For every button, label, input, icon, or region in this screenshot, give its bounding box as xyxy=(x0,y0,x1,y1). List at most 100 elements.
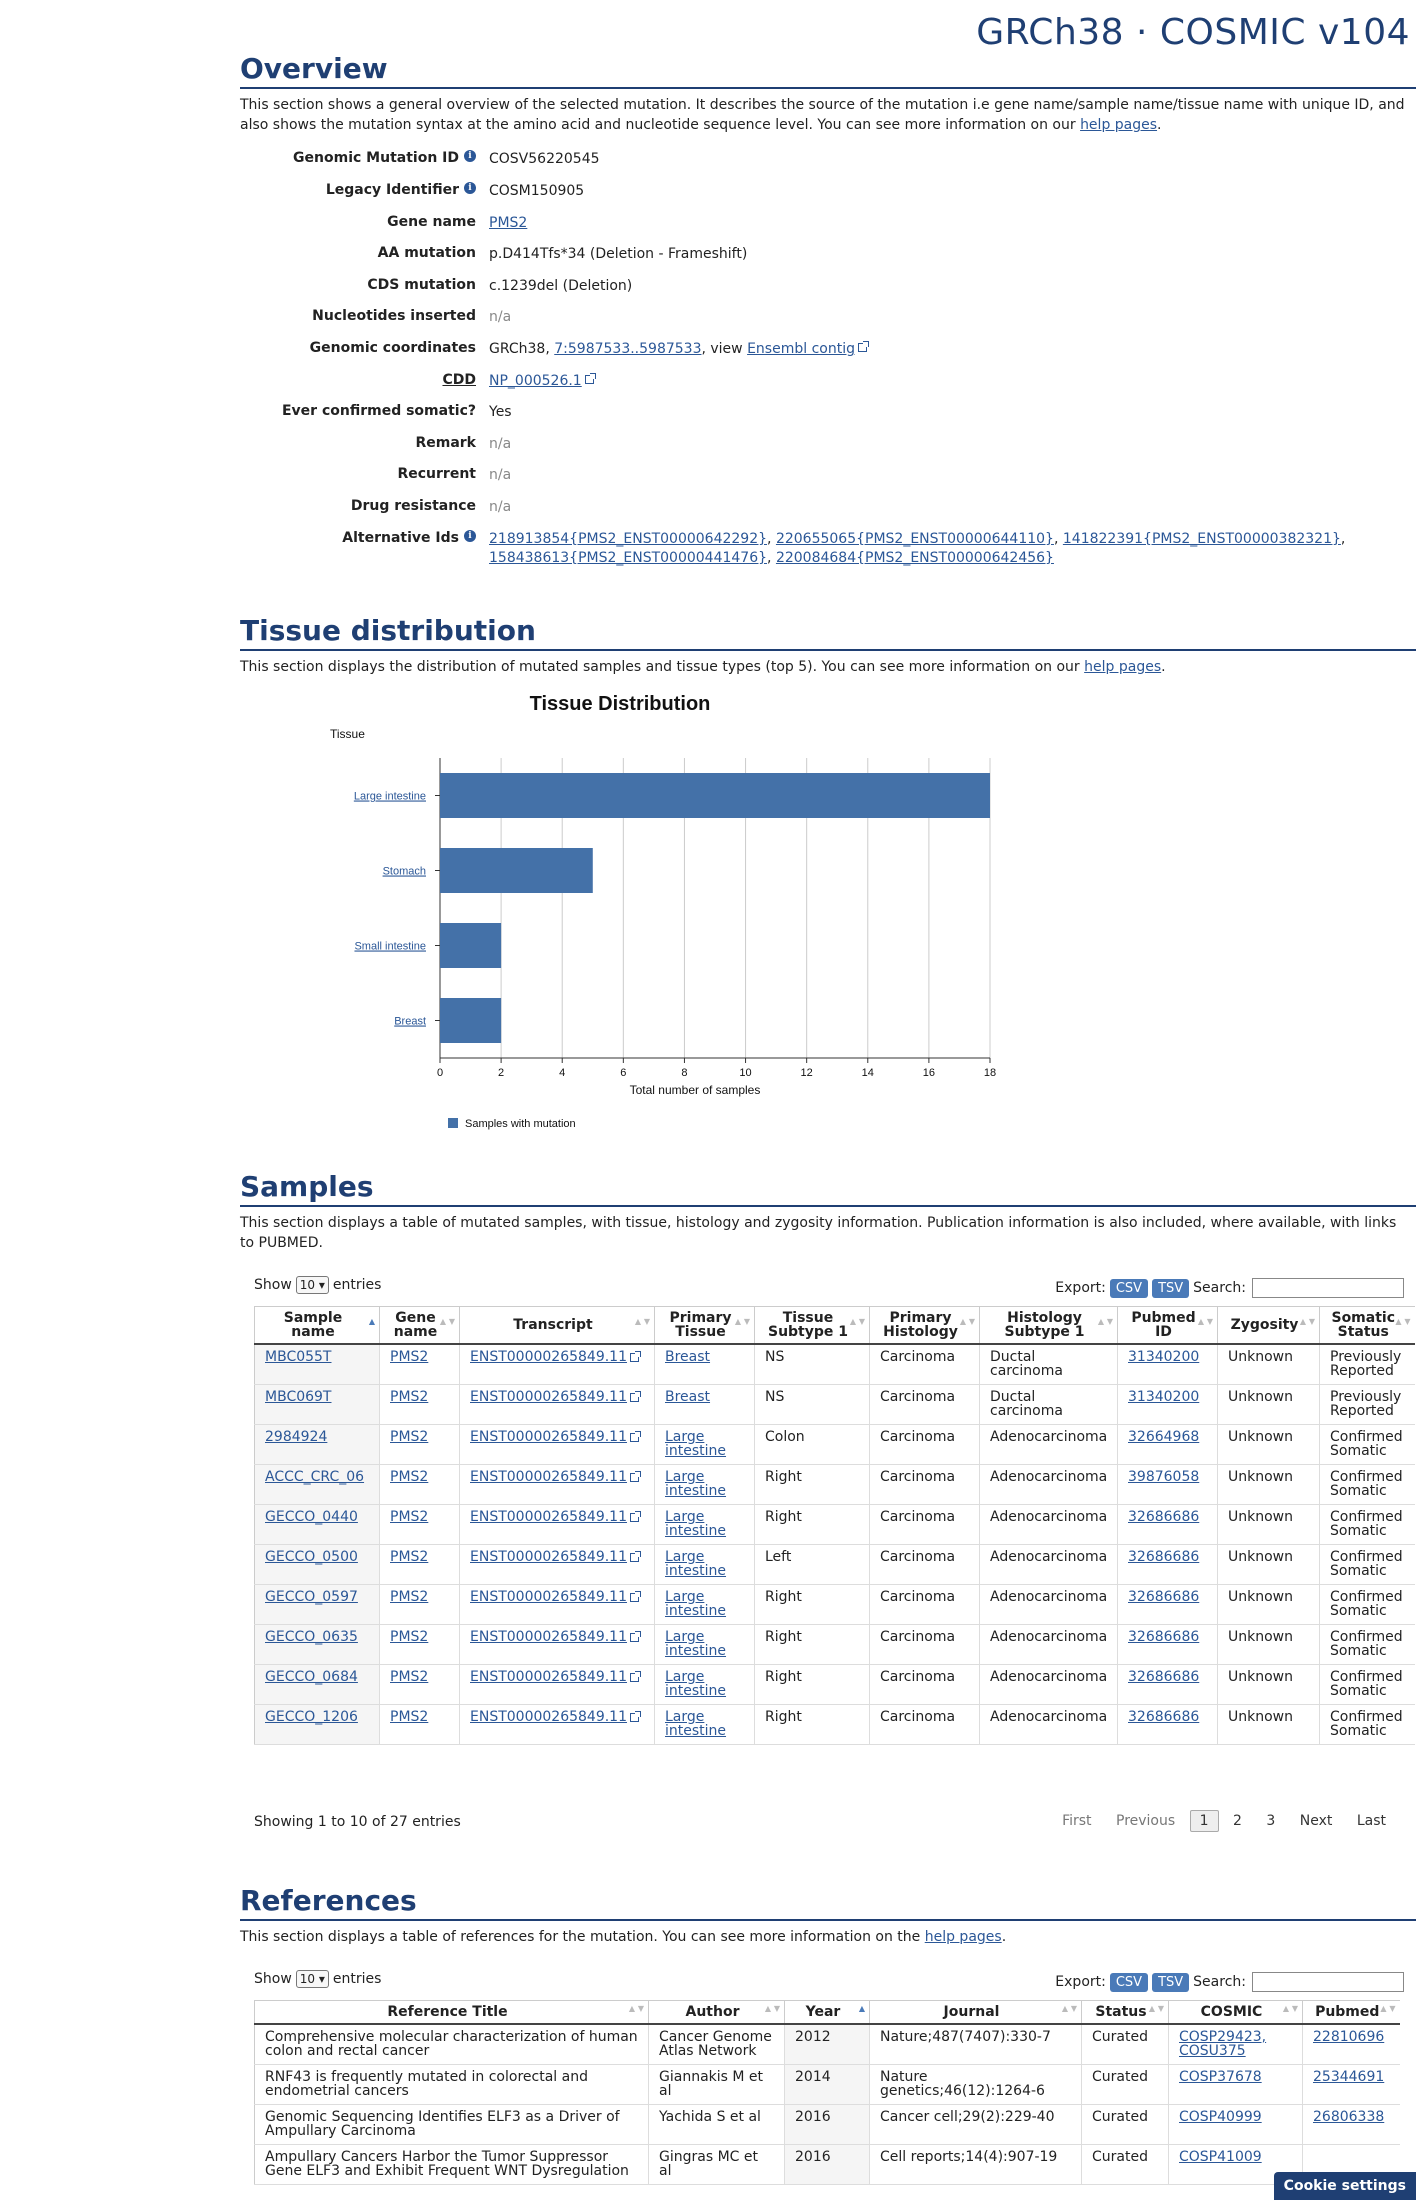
transcript-link[interactable]: ENST00000265849.11 xyxy=(470,1589,627,1605)
overview-help-link[interactable]: help pages xyxy=(1080,117,1157,133)
primary-tissue-link[interactable]: Large intestine xyxy=(665,1709,726,1739)
cosmic-study-link[interactable]: COSU375 xyxy=(1179,2043,1246,2059)
pubmed-link[interactable]: 32686686 xyxy=(1128,1509,1199,1525)
primary-tissue-link[interactable]: Large intestine xyxy=(665,1629,726,1659)
pubmed-link[interactable]: 32686686 xyxy=(1128,1549,1199,1565)
chart-bar[interactable] xyxy=(440,773,990,818)
samples-search-input[interactable] xyxy=(1252,1278,1404,1298)
samples-column-header[interactable]: Pubmed ID ▲ ▼ xyxy=(1117,1306,1218,1345)
pubmed-link[interactable]: 25344691 xyxy=(1313,2069,1384,2085)
primary-tissue-link[interactable]: Large intestine xyxy=(665,1429,726,1459)
sample-name-link[interactable]: 2984924 xyxy=(265,1429,327,1445)
samples-column-header[interactable]: Primary Tissue ▲ ▼ xyxy=(654,1306,755,1345)
samples-column-header[interactable]: Sample name ▲ xyxy=(254,1306,380,1345)
pager-page-3[interactable]: 3 xyxy=(1256,1810,1285,1832)
samples-column-header[interactable]: Histology Subtype 1 ▲ ▼ xyxy=(979,1306,1118,1345)
gene-name-link[interactable]: PMS2 xyxy=(390,1629,428,1645)
info-icon[interactable]: i xyxy=(464,182,476,194)
references-csv-button[interactable]: CSV xyxy=(1109,1973,1149,1992)
info-icon[interactable]: i xyxy=(464,150,476,162)
transcript-link[interactable]: ENST00000265849.11 xyxy=(470,1389,627,1405)
gene-name-link[interactable]: PMS2 xyxy=(390,1709,428,1725)
pubmed-link[interactable]: 32686686 xyxy=(1128,1629,1199,1645)
pager-first[interactable]: First xyxy=(1052,1810,1101,1832)
pager-page-2[interactable]: 2 xyxy=(1223,1810,1252,1832)
samples-column-header[interactable]: Zygosity ▲ ▼ xyxy=(1217,1306,1320,1345)
alternative-id-link[interactable]: 218913854{PMS2_ENST00000642292} xyxy=(489,531,767,547)
chart-category-link[interactable]: Small intestine xyxy=(354,941,426,953)
sample-name-link[interactable]: GECCO_0500 xyxy=(265,1549,358,1565)
chart-bar[interactable] xyxy=(440,998,502,1043)
alternative-id-link[interactable]: 158438613{PMS2_ENST00000441476} xyxy=(489,550,767,566)
chart-bar[interactable] xyxy=(440,923,502,968)
cosmic-study-link[interactable]: COSP40999 xyxy=(1179,2109,1262,2125)
samples-column-header[interactable]: Gene name ▲ ▼ xyxy=(379,1306,460,1345)
transcript-link[interactable]: ENST00000265849.11 xyxy=(470,1669,627,1685)
references-entries-select[interactable]: 10 ▾ xyxy=(295,1970,329,1988)
pubmed-link[interactable]: 32664968 xyxy=(1128,1429,1199,1445)
references-column-header[interactable]: Status ▲ ▼ xyxy=(1081,2000,1169,2025)
primary-tissue-link[interactable]: Breast xyxy=(665,1349,710,1365)
chart-category-link[interactable]: Stomach xyxy=(383,866,426,878)
gene-name-link[interactable]: PMS2 xyxy=(489,215,527,231)
cookie-settings-button[interactable]: Cookie settings xyxy=(1273,2172,1416,2200)
pager-last[interactable]: Last xyxy=(1347,1810,1396,1832)
alternative-id-link[interactable]: 141822391{PMS2_ENST00000382321} xyxy=(1063,531,1341,547)
chart-category-link[interactable]: Large intestine xyxy=(354,791,426,803)
sample-name-link[interactable]: MBC069T xyxy=(265,1389,332,1405)
gene-name-link[interactable]: PMS2 xyxy=(390,1509,428,1525)
gene-name-link[interactable]: PMS2 xyxy=(390,1549,428,1565)
pubmed-link[interactable]: 39876058 xyxy=(1128,1469,1199,1485)
samples-column-header[interactable]: Primary Histology ▲ ▼ xyxy=(869,1306,980,1345)
chart-bar[interactable] xyxy=(440,848,593,893)
gene-name-link[interactable]: PMS2 xyxy=(390,1589,428,1605)
samples-column-header[interactable]: Tissue Subtype 1 ▲ ▼ xyxy=(754,1306,870,1345)
primary-tissue-link[interactable]: Breast xyxy=(665,1389,710,1405)
transcript-link[interactable]: ENST00000265849.11 xyxy=(470,1509,627,1525)
pager-next[interactable]: Next xyxy=(1290,1810,1343,1832)
references-column-header[interactable]: Year ▲ xyxy=(784,2000,870,2025)
sample-name-link[interactable]: ACCC_CRC_06 xyxy=(265,1469,364,1485)
samples-csv-button[interactable]: CSV xyxy=(1109,1279,1149,1298)
samples-entries-select[interactable]: 10 ▾ xyxy=(295,1276,329,1294)
ensembl-contig-link[interactable]: Ensembl contig xyxy=(747,341,855,357)
pubmed-link[interactable]: 26806338 xyxy=(1313,2109,1384,2125)
pubmed-link[interactable]: 31340200 xyxy=(1128,1349,1199,1365)
sample-name-link[interactable]: GECCO_0440 xyxy=(265,1509,358,1525)
references-column-header[interactable]: COSMIC ▲ ▼ xyxy=(1168,2000,1303,2025)
references-help-link[interactable]: help pages xyxy=(925,1929,1002,1945)
chart-category-link[interactable]: Breast xyxy=(394,1016,426,1028)
sample-name-link[interactable]: GECCO_0635 xyxy=(265,1629,358,1645)
references-search-input[interactable] xyxy=(1252,1972,1404,1992)
references-column-header[interactable]: Pubmed ▲ ▼ xyxy=(1302,2000,1400,2025)
pager-previous[interactable]: Previous xyxy=(1106,1810,1185,1832)
sample-name-link[interactable]: MBC055T xyxy=(265,1349,332,1365)
pubmed-link[interactable]: 32686686 xyxy=(1128,1709,1199,1725)
gene-name-link[interactable]: PMS2 xyxy=(390,1429,428,1445)
pubmed-link[interactable]: 22810696 xyxy=(1313,2029,1384,2045)
references-column-header[interactable]: Reference Title ▲ ▼ xyxy=(254,2000,649,2025)
transcript-link[interactable]: ENST00000265849.11 xyxy=(470,1629,627,1645)
gene-name-link[interactable]: PMS2 xyxy=(390,1389,428,1405)
cosmic-study-link[interactable]: COSP41009 xyxy=(1179,2149,1262,2165)
primary-tissue-link[interactable]: Large intestine xyxy=(665,1669,726,1699)
references-column-header[interactable]: Author ▲ ▼ xyxy=(648,2000,785,2025)
primary-tissue-link[interactable]: Large intestine xyxy=(665,1549,726,1579)
primary-tissue-link[interactable]: Large intestine xyxy=(665,1589,726,1619)
pubmed-link[interactable]: 32686686 xyxy=(1128,1669,1199,1685)
references-column-header[interactable]: Journal ▲ ▼ xyxy=(869,2000,1082,2025)
transcript-link[interactable]: ENST00000265849.11 xyxy=(470,1469,627,1485)
gene-name-link[interactable]: PMS2 xyxy=(390,1669,428,1685)
sample-name-link[interactable]: GECCO_0684 xyxy=(265,1669,358,1685)
references-tsv-button[interactable]: TSV xyxy=(1152,1973,1190,1992)
alternative-id-link[interactable]: 220084684{PMS2_ENST00000642456} xyxy=(776,550,1054,566)
gene-name-link[interactable]: PMS2 xyxy=(390,1469,428,1485)
samples-column-header[interactable]: Somatic Status ▲ ▼ xyxy=(1319,1306,1415,1345)
samples-tsv-button[interactable]: TSV xyxy=(1152,1279,1190,1298)
pager-page-1[interactable]: 1 xyxy=(1189,1810,1219,1832)
transcript-link[interactable]: ENST00000265849.11 xyxy=(470,1429,627,1445)
alternative-id-link[interactable]: 220655065{PMS2_ENST00000644110} xyxy=(776,531,1054,547)
primary-tissue-link[interactable]: Large intestine xyxy=(665,1509,726,1539)
info-icon[interactable]: i xyxy=(464,530,476,542)
pubmed-link[interactable]: 32686686 xyxy=(1128,1589,1199,1605)
